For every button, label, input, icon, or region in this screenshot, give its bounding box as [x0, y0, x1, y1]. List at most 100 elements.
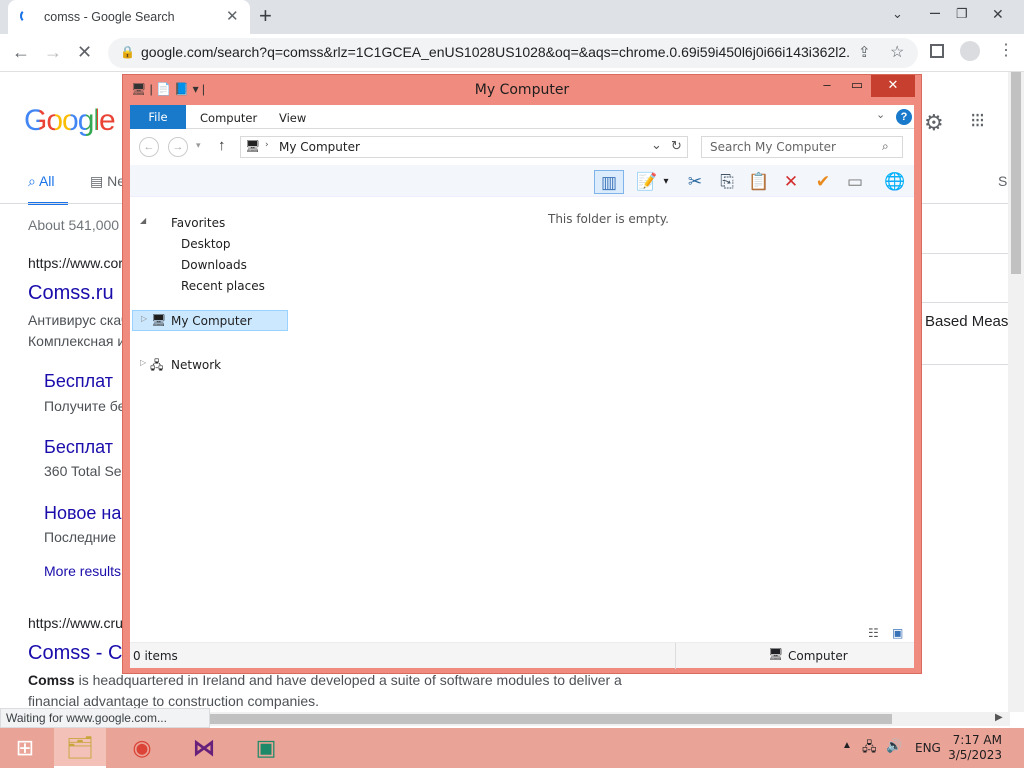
dropdown-icon[interactable]: ▾: [660, 170, 672, 194]
result-snippet: Антивирус скач: [28, 312, 129, 328]
address-box[interactable]: 🖥 › My Computer ⌄ ↻: [240, 136, 688, 158]
browser-tab[interactable]: comss - Google Search ✕: [8, 0, 250, 34]
search-input[interactable]: Search My Computer: [701, 136, 903, 158]
computer-icon: 🖥: [768, 647, 784, 661]
forward-icon[interactable]: →: [44, 42, 62, 62]
visual-studio-app-icon[interactable]: ⋈: [178, 728, 230, 768]
refresh-icon[interactable]: ↻: [671, 139, 682, 154]
bookmark-star-icon[interactable]: ☆: [890, 42, 904, 62]
scrollbar-thumb[interactable]: [210, 714, 892, 724]
profile-avatar-icon[interactable]: [960, 41, 980, 61]
nav-my-computer[interactable]: ▷ 🖥 My Computer: [132, 310, 288, 331]
cut-icon[interactable]: ✂: [682, 170, 708, 194]
nav-network[interactable]: Network: [171, 358, 221, 372]
search-tab-all[interactable]: ⌕ All: [28, 173, 55, 190]
package-app-icon[interactable]: ▣: [240, 728, 292, 768]
start-windows-icon[interactable]: ⊞: [0, 728, 50, 768]
file-explorer-app-icon[interactable]: 🗂: [54, 728, 106, 768]
expand-icon[interactable]: ▷: [141, 314, 147, 323]
more-results-link[interactable]: More results: [44, 563, 121, 579]
network-tray-icon[interactable]: 🖧: [862, 738, 877, 760]
ribbon-tab-view[interactable]: View: [279, 111, 306, 125]
horizontal-scrollbar[interactable]: [210, 712, 1010, 726]
result-snippet: Комплексная и: [28, 333, 126, 349]
language-indicator[interactable]: ENG: [915, 741, 941, 755]
show-hidden-icons[interactable]: ▲: [842, 740, 852, 751]
sitelink-title[interactable]: Бесплат: [44, 371, 113, 392]
ribbon-tab-computer[interactable]: Computer: [200, 111, 257, 125]
sitelink-title[interactable]: Новое на: [44, 503, 121, 524]
up-icon[interactable]: ↑: [218, 137, 226, 154]
status-bubble: Waiting for www.google.com...: [0, 708, 210, 728]
preview-pane-icon[interactable]: ▥: [594, 170, 624, 194]
restore-icon[interactable]: ❐: [956, 6, 968, 22]
minimize-icon[interactable]: –: [930, 2, 940, 23]
stop-icon[interactable]: ✕: [77, 42, 92, 62]
new-tab-button[interactable]: +: [259, 4, 272, 28]
clock[interactable]: 7:17 AM 3/5/2023: [944, 733, 1002, 763]
item-count: 0 items: [133, 649, 178, 663]
chrome-menu-icon[interactable]: ⋮: [998, 40, 1014, 60]
forward-icon[interactable]: →: [168, 137, 188, 157]
address-dropdown-icon[interactable]: ⌄: [651, 138, 662, 153]
expand-favorites-icon[interactable]: ◢: [140, 216, 146, 225]
sitelink-desc: Получите бе: [44, 398, 126, 414]
news-icon: ▤: [90, 173, 104, 189]
sitelink-title[interactable]: Бесплат: [44, 437, 113, 458]
tab-close-icon[interactable]: ✕: [226, 7, 239, 25]
sitelink-desc: 360 Total Se: [44, 463, 122, 479]
side-panel-icon[interactable]: [930, 44, 944, 58]
scroll-right-icon[interactable]: ▶: [995, 712, 1003, 723]
check-icon[interactable]: ✔: [810, 170, 836, 194]
expand-icon[interactable]: ▷: [140, 358, 146, 367]
minimize-icon[interactable]: –: [813, 75, 841, 97]
settings-gear-icon[interactable]: ⚙: [924, 110, 944, 136]
search-tab-right[interactable]: S: [998, 173, 1007, 189]
search-tab-news[interactable]: ▤ Ne: [90, 173, 125, 190]
divider: [922, 302, 1008, 303]
copy-icon[interactable]: ⎘: [714, 170, 740, 194]
vertical-scrollbar[interactable]: [1008, 72, 1024, 712]
tab-search-icon[interactable]: ⌄: [892, 6, 903, 22]
globe-icon[interactable]: 🌐: [882, 170, 908, 194]
taskbar: ⊞ 🗂 ◉ ⋈ ▣ ▲ 🖧 🔊 ENG: [0, 728, 1024, 768]
google-logo[interactable]: Google: [24, 104, 116, 138]
title-bar[interactable]: 🖥 | 📄 📘 ▾ | My Computer – ▭ ✕: [123, 75, 921, 105]
nav-favorites[interactable]: Favorites: [171, 216, 225, 230]
back-icon[interactable]: ←: [139, 137, 159, 157]
delete-icon[interactable]: ✕: [778, 170, 804, 194]
properties-icon[interactable]: 📝: [634, 170, 660, 194]
scrollbar-thumb[interactable]: [1011, 72, 1021, 274]
divider: [922, 364, 1008, 365]
address-bar[interactable]: 🔒 google.com/search?q=comss&rlz=1C1GCEA_…: [108, 38, 918, 68]
maximize-icon[interactable]: ▭: [843, 75, 871, 97]
large-icons-view-icon[interactable]: ▣: [892, 626, 903, 640]
volume-tray-icon[interactable]: 🔊: [886, 738, 902, 754]
back-icon[interactable]: ←: [12, 42, 30, 62]
close-window-icon[interactable]: ✕: [992, 6, 1004, 23]
ribbon: File Computer View ⌄ ?: [130, 105, 914, 129]
recent-locations-icon[interactable]: ▾: [196, 140, 201, 151]
status-location: Computer: [788, 649, 848, 663]
breadcrumb-chevron-icon[interactable]: ›: [265, 140, 269, 150]
divider: [675, 643, 676, 669]
help-icon[interactable]: ?: [896, 109, 912, 125]
chrome-app-icon[interactable]: ◉: [116, 728, 168, 768]
lock-icon: 🔒: [120, 45, 135, 59]
ribbon-expand-icon[interactable]: ⌄: [876, 108, 885, 121]
result-title-link[interactable]: Comss - C: [28, 642, 122, 665]
explorer-window[interactable]: 🖥 | 📄 📘 ▾ | My Computer – ▭ ✕ File Compu…: [122, 74, 922, 674]
details-view-icon[interactable]: ☷: [868, 626, 879, 640]
ribbon-tab-file[interactable]: File: [130, 105, 186, 129]
close-icon[interactable]: ✕: [871, 75, 915, 97]
nav-downloads[interactable]: Downloads: [181, 258, 247, 272]
nav-desktop[interactable]: Desktop: [181, 237, 231, 251]
result-cite: https://www.cru: [28, 615, 123, 631]
nav-recent-places[interactable]: Recent places: [181, 279, 265, 293]
address-row: ← → ▾ ↑ 🖥 › My Computer ⌄ ↻ Search My Co…: [130, 133, 914, 163]
rename-icon[interactable]: ▭: [842, 170, 868, 194]
result-title-link[interactable]: Comss.ru: [28, 282, 114, 305]
share-icon[interactable]: ⇪: [858, 43, 871, 61]
paste-icon[interactable]: 📋: [746, 170, 772, 194]
apps-grid-icon[interactable]: ⁝⁝⁝: [970, 108, 985, 133]
